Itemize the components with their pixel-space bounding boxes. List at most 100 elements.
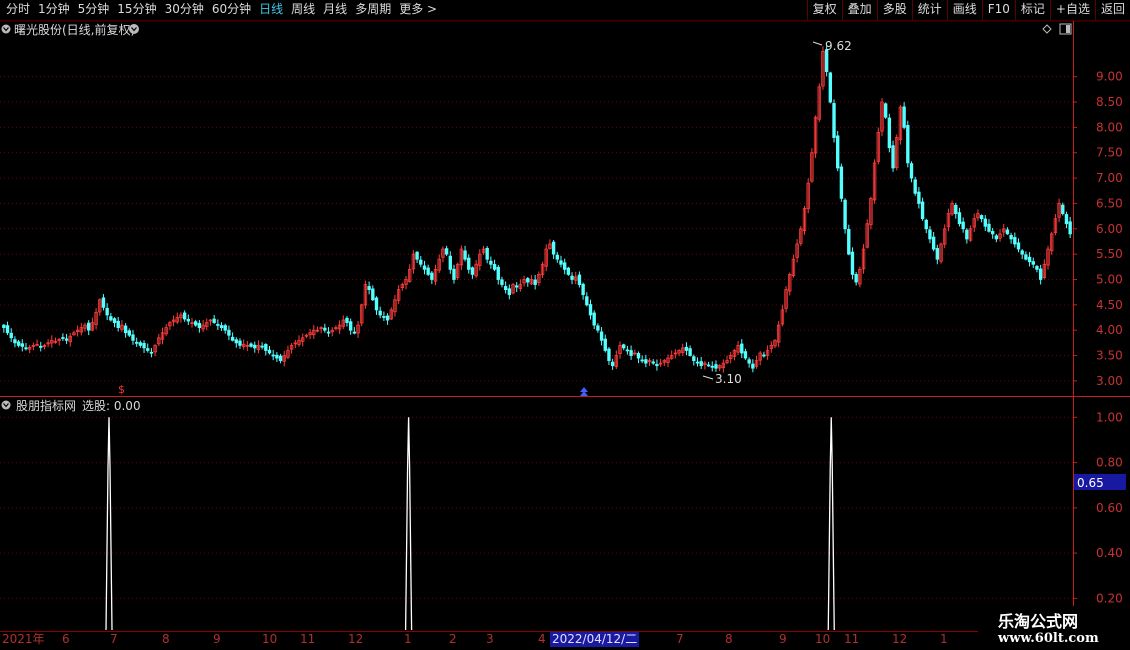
candle-body [854, 274, 858, 283]
period-tab-8[interactable]: 月线 [319, 0, 351, 20]
stock-chart[interactable]: 3.00 3.50 4.00 4.50 5.00 5.50 6.00 6.50 7.00 7.50… [0, 21, 1130, 631]
date-label: 9 [779, 632, 787, 646]
date-label: 3 [486, 632, 494, 646]
candle-body [9, 332, 13, 339]
date-label: 7 [676, 632, 684, 646]
toolbar-button-8[interactable]: 返回 [1094, 0, 1130, 20]
toolbar-button-2[interactable]: 多股 [876, 0, 912, 20]
candle-body [271, 354, 275, 357]
candle-body [994, 235, 999, 240]
candle-body [430, 272, 434, 280]
indicator-tick-label: 1.00 [1096, 410, 1123, 424]
candle-body [706, 364, 711, 367]
toolbar-button-5[interactable]: F10 [981, 0, 1015, 20]
main-tick-label: 6.00 [1096, 222, 1123, 236]
period-tab-0[interactable]: 分时 [2, 0, 34, 20]
indicator-tick-label: 0.20 [1096, 591, 1123, 605]
main-tick-label: 8.50 [1096, 95, 1123, 109]
candle-body [832, 103, 836, 138]
date-label: 7 [110, 632, 118, 646]
date-label: 1 [404, 632, 412, 646]
candle-body [592, 312, 596, 326]
low-marker: 3.10 [702, 372, 742, 386]
main-tick-label: 5.00 [1096, 272, 1123, 286]
main-tick-label: 5.50 [1096, 247, 1123, 261]
date-label: 8 [162, 632, 170, 646]
candle-body [622, 344, 626, 349]
toolbar-button-3[interactable]: 统计 [911, 0, 947, 20]
date-label: 2021年 [2, 632, 45, 646]
candle-body [577, 274, 582, 285]
toolbar-button-0[interactable]: 复权 [806, 0, 842, 20]
candle-body [1068, 221, 1072, 235]
diamond-icon[interactable] [1042, 24, 1052, 34]
collapse-icon[interactable] [1, 24, 11, 34]
period-tab-3[interactable]: 15分钟 [113, 0, 160, 20]
candle-body [979, 215, 984, 220]
period-tab-1[interactable]: 1分钟 [34, 0, 74, 20]
candle-body [688, 348, 692, 356]
candle-body [603, 338, 607, 351]
candle-body [839, 166, 844, 199]
title-menu-icon[interactable] [129, 24, 139, 34]
candle-body [415, 251, 419, 260]
candle-body [954, 204, 958, 214]
candle-body [699, 361, 703, 367]
toolbar-button-4[interactable]: 画线 [946, 0, 982, 20]
candle-body [492, 264, 497, 270]
watermark-title: 乐淘公式网 [998, 612, 1079, 631]
candle-body [39, 345, 43, 348]
candle-body [913, 179, 917, 194]
candle-body [906, 125, 910, 164]
candle-body [902, 106, 906, 128]
period-tab-9[interactable]: 多周期 [351, 0, 395, 20]
candle-body [581, 283, 585, 296]
candle-body [197, 322, 202, 329]
candle-body [378, 310, 382, 316]
period-tab-2[interactable]: 5分钟 [74, 0, 114, 20]
candle-body [182, 312, 187, 320]
candle-body [935, 248, 940, 260]
candle-body [142, 342, 146, 349]
candle-body [452, 268, 456, 280]
candle-body [887, 117, 892, 149]
candle-body [987, 223, 991, 232]
toolbar-button-6[interactable]: 标记 [1014, 0, 1050, 20]
period-tab-5[interactable]: 60分钟 [208, 0, 255, 20]
tool-buttons: 复权 叠加 多股 统计 画线 F10 标记 +自选 返回 [806, 0, 1130, 20]
main-tick-label: 3.50 [1096, 349, 1123, 363]
candle-body [515, 285, 519, 288]
date-label: 11 [300, 632, 316, 646]
candle-body [123, 325, 128, 334]
candle-body [223, 325, 227, 331]
period-tab-7[interactable]: 周线 [287, 0, 319, 20]
candle-body [138, 342, 143, 346]
candle-body [931, 236, 936, 250]
candle-body [61, 337, 65, 339]
candle-body [714, 364, 718, 369]
candle-body [585, 296, 589, 306]
date-label: 2 [449, 632, 457, 646]
main-tick-label: 4.00 [1096, 323, 1123, 337]
main-tick-label: 4.50 [1096, 298, 1123, 312]
candle-body [1035, 265, 1039, 270]
main-tick-label: 7.50 [1096, 146, 1123, 160]
top-toolbar: 分时 1分钟 5分钟 15分钟 30分钟 60分钟 日线 周线 月线 多周期 更多 > 复权 叠加 多股… [0, 0, 1130, 21]
toolbar-button-1[interactable]: 叠加 [841, 0, 877, 20]
candle-body [1005, 229, 1010, 235]
date-label: 10 [815, 632, 831, 646]
candle-body [87, 322, 91, 331]
candle-body [253, 344, 257, 349]
candle-body [348, 321, 353, 331]
candle-body [1020, 250, 1024, 255]
toolbar-button-7[interactable]: +自选 [1049, 0, 1095, 20]
candle-body [212, 318, 216, 323]
period-tab-4[interactable]: 30分钟 [161, 0, 208, 20]
candle-body [924, 219, 928, 230]
date-label: 12 [348, 632, 364, 646]
period-tab-10[interactable]: 更多 > [395, 0, 441, 20]
period-tab-6[interactable]: 日线 [255, 0, 287, 20]
indicator-collapse-icon[interactable] [1, 400, 11, 410]
candle-body [562, 262, 567, 270]
period-tabs: 分时 1分钟 5分钟 15分钟 30分钟 60分钟 日线 周线 月线 多周期 更多 > [2, 0, 441, 20]
